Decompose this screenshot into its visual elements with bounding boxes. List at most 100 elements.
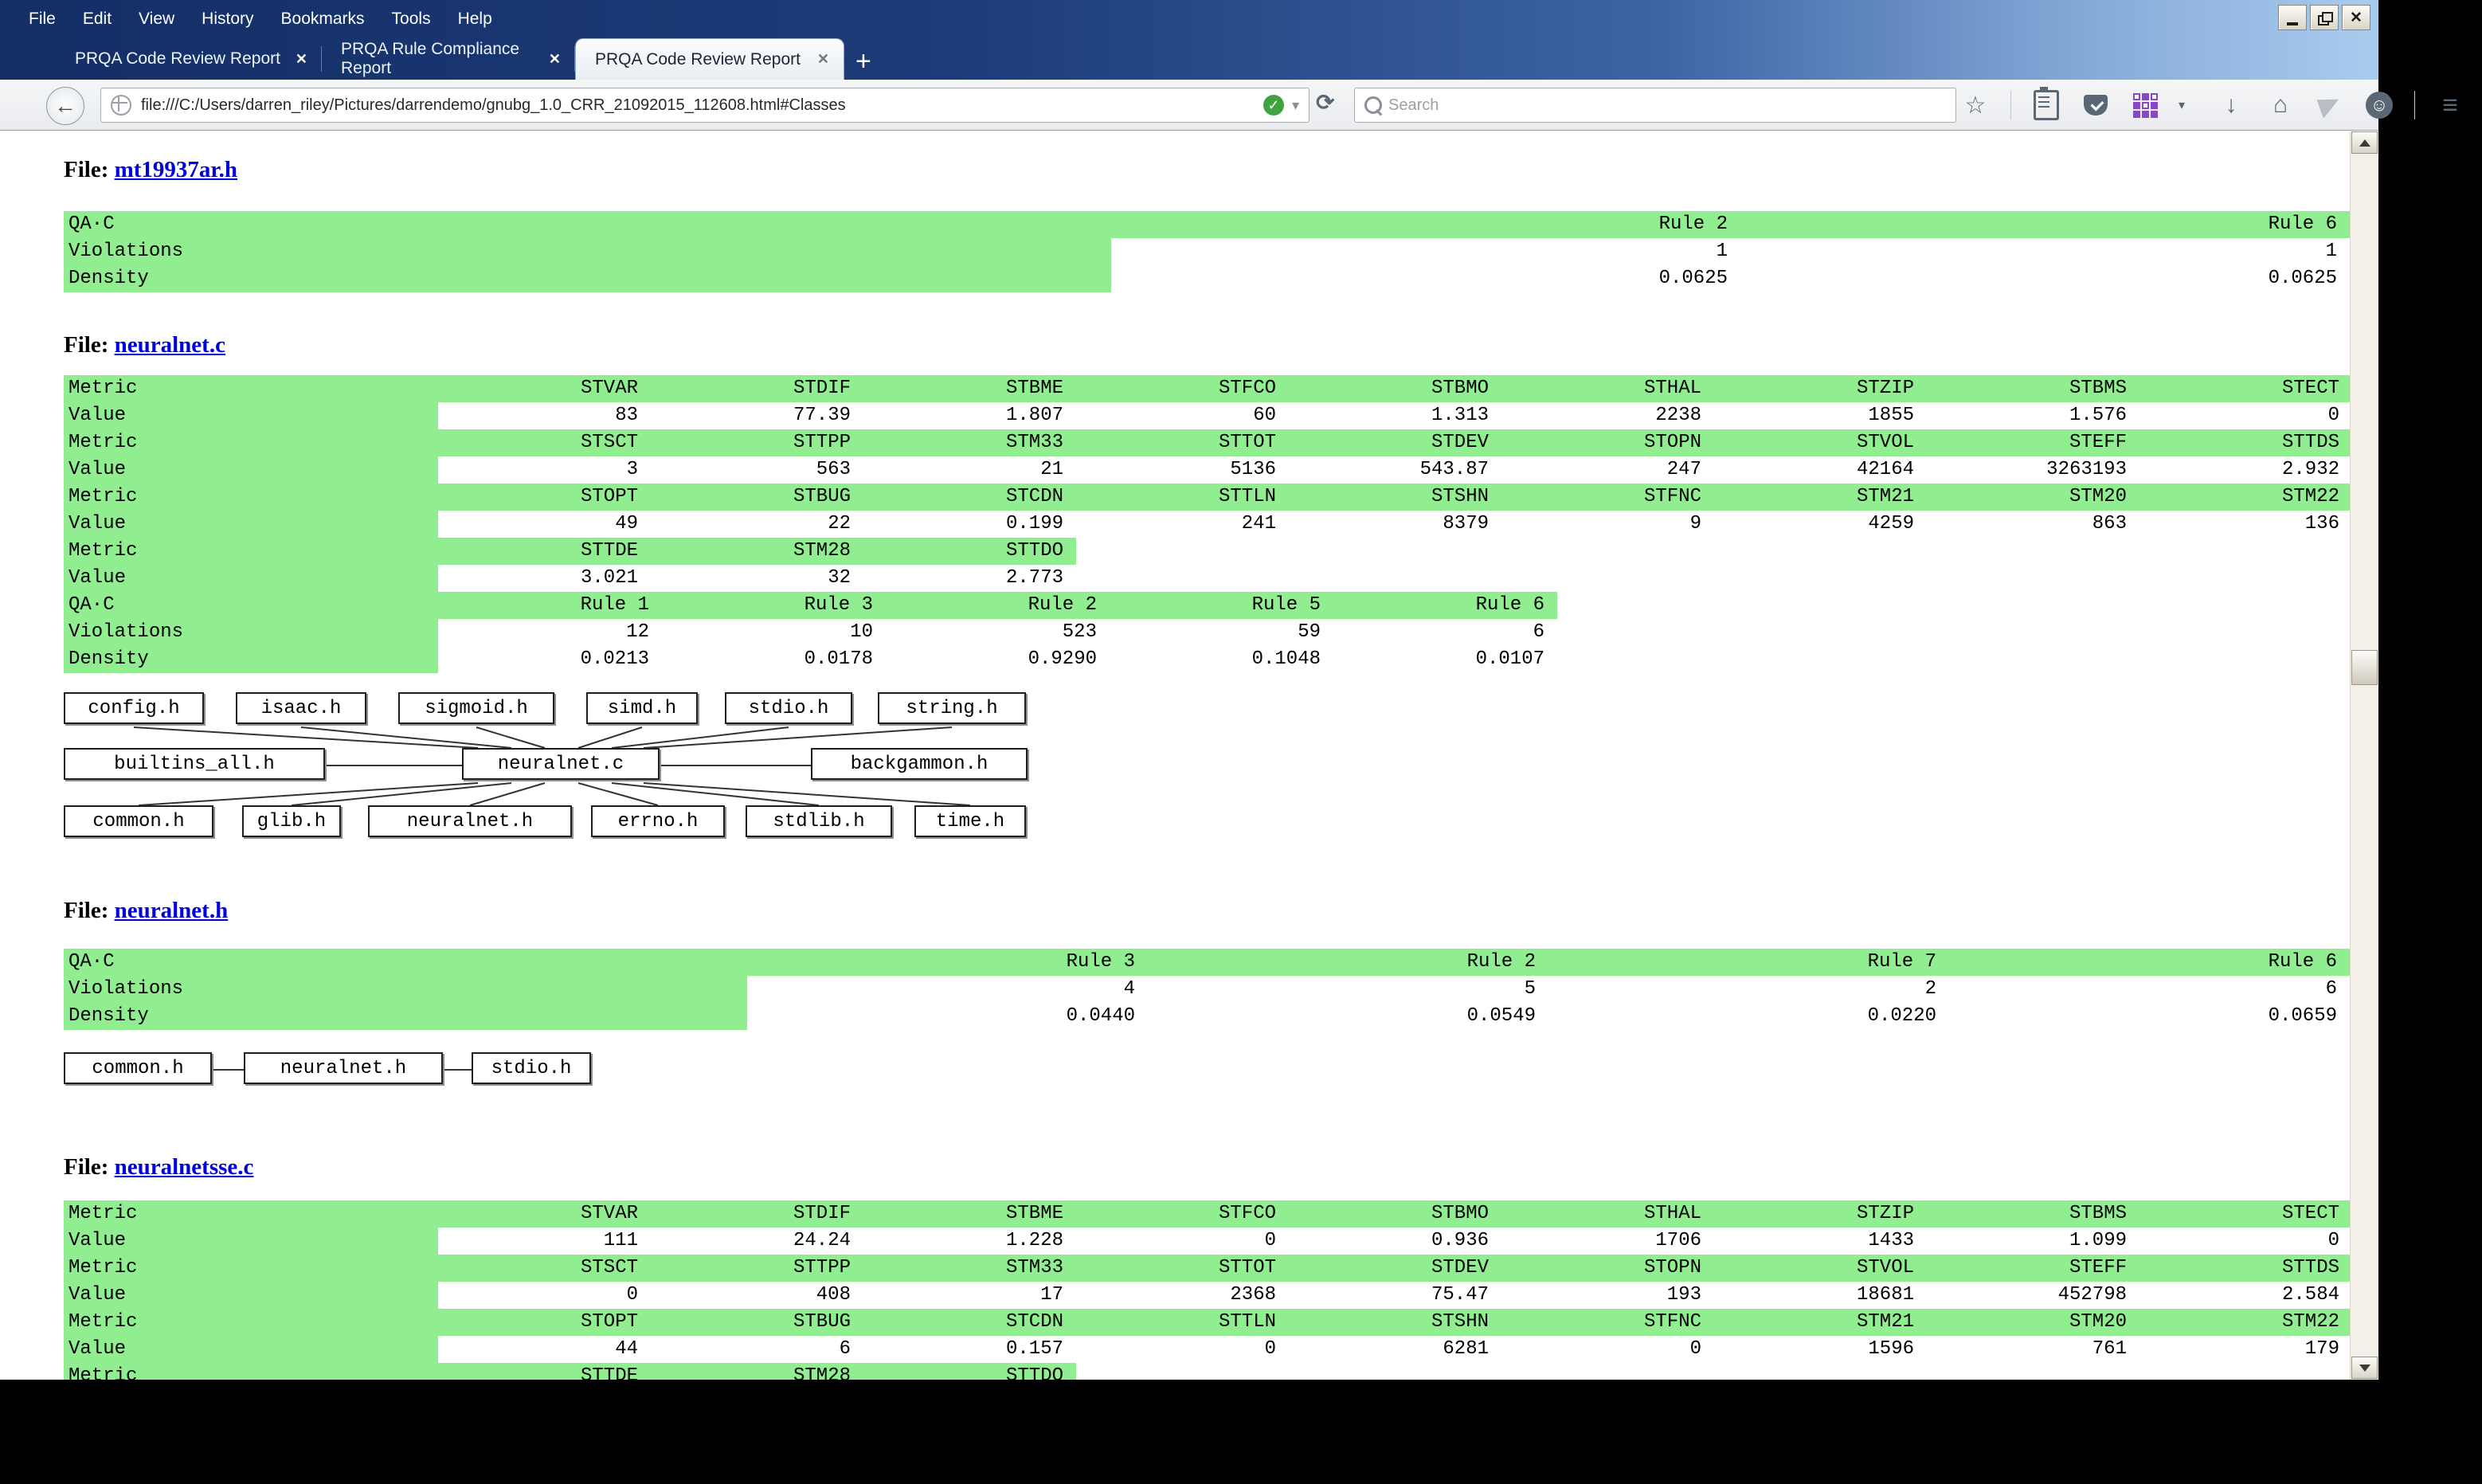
tab-1[interactable]: PRQA Code Review Report ✕	[56, 38, 322, 80]
browser-window: FileEditViewHistoryBookmarksToolsHelp ✕ …	[0, 0, 2378, 1380]
file-link-neuralnet.c[interactable]: neuralnet.c	[115, 332, 225, 358]
metric-name-cell: STHAL	[1501, 1200, 1714, 1228]
file-link-neuralnet.h[interactable]: neuralnet.h	[115, 898, 229, 923]
file-heading: File: neuralnet.c	[64, 332, 225, 361]
metric-value-cell: 3.021	[438, 565, 651, 592]
include-box-glib.h[interactable]: glib.h	[242, 805, 341, 837]
menu-item-history[interactable]: History	[202, 10, 253, 29]
close-button[interactable]: ✕	[2342, 5, 2370, 30]
rule-header-cell: Rule 2	[886, 592, 1110, 619]
new-tab-button[interactable]: +	[844, 49, 883, 73]
hello-chat-icon[interactable]: ☺	[2365, 89, 2394, 121]
back-button[interactable]: ←	[46, 87, 84, 125]
include-box-stdlib.h[interactable]: stdlib.h	[746, 805, 892, 837]
include-box-simd.h[interactable]: simd.h	[586, 692, 698, 724]
menu-item-tools[interactable]: Tools	[392, 10, 431, 29]
url-text[interactable]: file:///C:/Users/darren_riley/Pictures/d…	[141, 96, 1263, 115]
metric-name-cell: STFNC	[1501, 1309, 1714, 1336]
metric-label: Metric	[64, 1200, 438, 1228]
metric-label: Metric	[64, 1309, 438, 1336]
include-box-neuralnet.h[interactable]: neuralnet.h	[244, 1052, 443, 1084]
metric-name-cell: STSHN	[1289, 1309, 1501, 1336]
rule-header-cell: Rule 2	[1111, 211, 1740, 238]
metric-value-cell: 2.932	[2139, 456, 2351, 484]
pocket-icon[interactable]	[2081, 89, 2110, 121]
file-link-mt19937ar.h[interactable]: mt19937ar.h	[115, 157, 237, 182]
menu-item-view[interactable]: View	[139, 10, 174, 29]
file-link-neuralnetsse.c[interactable]: neuralnetsse.c	[115, 1154, 254, 1180]
include-box-neuralnet.c[interactable]: neuralnet.c	[462, 748, 660, 780]
include-box-stdio.h[interactable]: stdio.h	[472, 1052, 591, 1084]
tab-close-button[interactable]: ✕	[817, 51, 829, 68]
include-box-errno.h[interactable]: errno.h	[591, 805, 725, 837]
tab-2[interactable]: PRQA Rule Compliance Report✕	[322, 38, 575, 80]
bookmark-star-icon[interactable]: ☆	[1961, 89, 1990, 121]
tab-3[interactable]: PRQA Code Review Report✕	[575, 38, 844, 80]
restore-button[interactable]	[2310, 5, 2339, 30]
metric-value-cell: 247	[1501, 456, 1714, 484]
include-box-string.h[interactable]: string.h	[878, 692, 1026, 724]
page-scrollbar[interactable]	[2350, 131, 2378, 1380]
include-diagram: config.h isaac.h sigmoid.h simd.h stdio.h str…	[64, 691, 1029, 844]
metric-name-cell: STVAR	[438, 1200, 651, 1228]
metric-name-cell: STECT	[2139, 375, 2351, 402]
metric-value-cell: 8379	[1289, 511, 1501, 538]
metric-name-cell: STM22	[2139, 484, 2351, 511]
metric-name-cell: STM28	[651, 538, 863, 565]
metric-name-cell: STM33	[863, 429, 1076, 456]
include-box-backgammon.h[interactable]: backgammon.h	[811, 748, 1028, 780]
include-box-time.h[interactable]: time.h	[914, 805, 1026, 837]
url-bar[interactable]: file:///C:/Users/darren_riley/Pictures/d…	[100, 88, 1310, 123]
include-box-common.h[interactable]: common.h	[64, 1052, 212, 1084]
addon-grid-icon[interactable]	[2131, 89, 2159, 121]
downloads-icon[interactable]: ↓	[2217, 89, 2245, 121]
menu-item-bookmarks[interactable]: Bookmarks	[281, 10, 365, 29]
empty-cell	[1076, 565, 1289, 592]
metric-name-cell: STM21	[1714, 1309, 1927, 1336]
menu-item-edit[interactable]: Edit	[83, 10, 112, 29]
bookmarks-clipboard-icon[interactable]	[2032, 89, 2061, 121]
search-bar[interactable]	[1354, 88, 1956, 123]
menu-item-help[interactable]: Help	[458, 10, 492, 29]
scroll-up-button[interactable]	[2351, 131, 2378, 154]
url-dropdown-icon[interactable]: ▾	[1292, 97, 1299, 114]
include-box-neuralnet.h[interactable]: neuralnet.h	[368, 805, 572, 837]
minimize-button[interactable]	[2278, 5, 2307, 30]
metric-name-cell: STTPP	[651, 1255, 863, 1282]
metric-value-cell: 2.584	[2139, 1282, 2351, 1309]
metric-value-cell: 761	[1927, 1336, 2139, 1363]
tab-close-button[interactable]: ✕	[296, 51, 307, 68]
include-box-builtins_all.h[interactable]: builtins_all.h	[64, 748, 325, 780]
scrollbar-thumb[interactable]	[2351, 650, 2378, 685]
empty-cell	[1501, 538, 1714, 565]
home-icon[interactable]: ⌂	[2266, 89, 2295, 121]
metric-value-cell: 408	[651, 1282, 863, 1309]
include-box-sigmoid.h[interactable]: sigmoid.h	[398, 692, 554, 724]
violations-cell: 6	[1333, 619, 1557, 646]
density-cell: 0.1048	[1110, 646, 1333, 673]
table-row: MetricSTSCTSTTPPSTM33STTOTSTDEVSTOPNSTVO…	[64, 429, 2351, 456]
metric-label: Metric	[64, 429, 438, 456]
tab-close-button[interactable]: ✕	[549, 51, 561, 68]
metric-name-cell: STOPT	[438, 1309, 651, 1336]
hamburger-menu-icon[interactable]: ≡	[2436, 89, 2464, 121]
addon-dropdown-icon[interactable]: ▾	[2167, 89, 2196, 121]
include-box-config.h[interactable]: config.h	[64, 692, 204, 724]
include-box-common.h[interactable]: common.h	[64, 805, 213, 837]
search-input[interactable]	[1387, 96, 1955, 116]
violations-cell: 5	[1148, 976, 1548, 1003]
include-box-stdio.h[interactable]: stdio.h	[725, 692, 852, 724]
reload-button[interactable]: ⟳	[1316, 89, 1334, 116]
table-row: MetricSTVARSTDIFSTBMESTFCOSTBMOSTHALSTZI…	[64, 1200, 2351, 1228]
menu-item-file[interactable]: File	[29, 10, 56, 29]
value-label: Value	[64, 456, 438, 484]
empty-cell	[1714, 1363, 1927, 1380]
scroll-down-button[interactable]	[2351, 1357, 2378, 1379]
verified-check-icon[interactable]: ✓	[1263, 95, 1284, 116]
tab-strip: PRQA Code Review Report✕PRQA Rule Compli…	[56, 38, 883, 80]
include-box-isaac.h[interactable]: isaac.h	[236, 692, 366, 724]
empty-cell	[1289, 538, 1501, 565]
metric-name-cell: STM28	[651, 1363, 863, 1380]
tab-label: PRQA Code Review Report	[75, 49, 280, 69]
send-tab-icon[interactable]	[2316, 89, 2344, 121]
